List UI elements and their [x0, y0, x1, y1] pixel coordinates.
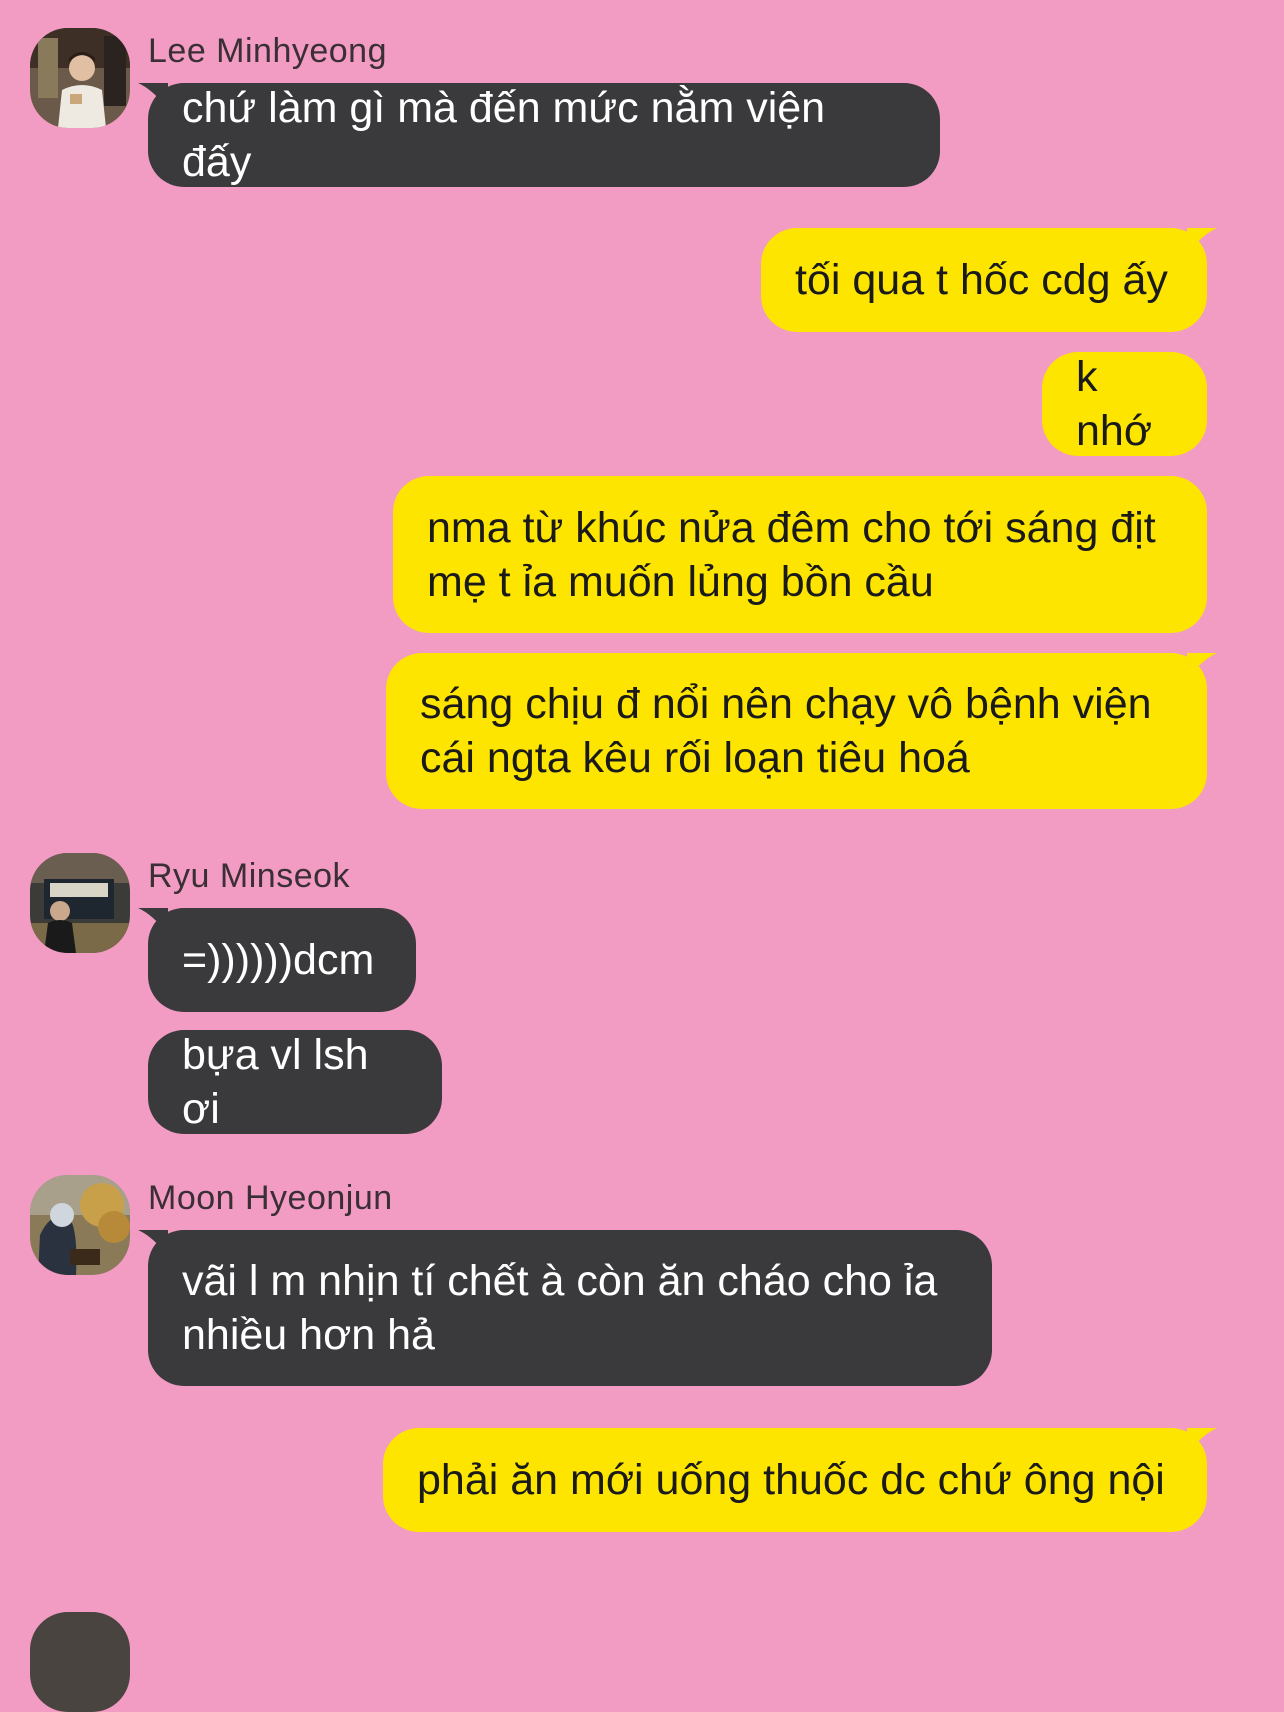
message-text: sáng chịu đ nổi nên chạy vô bệnh viện cá…	[420, 680, 1152, 782]
profile-photo-icon	[30, 28, 130, 128]
bubble-tail-icon	[1187, 653, 1217, 679]
avatar-lee-minhyeong[interactable]	[30, 28, 130, 128]
message-bubble-outgoing[interactable]: tối qua t hốc cdg ấy	[761, 228, 1217, 332]
message-text: bựa vl lsh ơi	[182, 1031, 369, 1133]
message-text: =))))))dcm	[182, 936, 375, 984]
bubble-tail-icon	[138, 83, 168, 109]
message-text: vãi l m nhịn tí chết à còn ăn cháo cho ỉ…	[182, 1257, 938, 1359]
sender-name: Lee Minhyeong	[148, 32, 388, 70]
avatar-partial[interactable]	[30, 1612, 130, 1712]
message-bubble-outgoing[interactable]: phải ăn mới uống thuốc dc chứ ông nội	[383, 1428, 1217, 1532]
message-text: phải ăn mới uống thuốc dc chứ ông nội	[417, 1456, 1165, 1504]
bubble-tail-icon	[1187, 228, 1217, 254]
avatar-ryu-minseok[interactable]	[30, 853, 130, 953]
message-bubble-incoming[interactable]: bựa vl lsh ơi	[148, 1030, 442, 1134]
message-text: nma từ khúc nửa đêm cho tới sáng địt mẹ …	[427, 503, 1156, 606]
message-bubble-outgoing[interactable]: k nhớ	[1042, 352, 1207, 456]
profile-photo-icon	[30, 853, 130, 953]
message-text: tối qua t hốc cdg ấy	[795, 256, 1168, 304]
bubble-tail-icon	[1187, 1428, 1217, 1454]
avatar-moon-hyeonjun[interactable]	[30, 1175, 130, 1275]
message-bubble-outgoing[interactable]: sáng chịu đ nổi nên chạy vô bệnh viện cá…	[386, 653, 1217, 809]
message-text: chứ làm gì mà đến mức nằm viện đấy	[182, 84, 826, 186]
message-text: k nhớ	[1076, 353, 1153, 455]
bubble-tail-icon	[138, 908, 168, 934]
profile-photo-icon	[30, 1175, 130, 1275]
bubble-tail-icon	[138, 1230, 168, 1256]
message-bubble-incoming[interactable]: =))))))dcm	[138, 908, 416, 1012]
sender-name: Ryu Minseok	[148, 857, 351, 895]
profile-photo-icon	[30, 1612, 130, 1712]
message-bubble-incoming[interactable]: chứ làm gì mà đến mức nằm viện đấy	[138, 83, 940, 187]
sender-name: Moon Hyeonjun	[148, 1179, 393, 1217]
message-bubble-outgoing[interactable]: nma từ khúc nửa đêm cho tới sáng địt mẹ …	[393, 476, 1207, 633]
message-bubble-incoming[interactable]: vãi l m nhịn tí chết à còn ăn cháo cho ỉ…	[138, 1230, 992, 1386]
